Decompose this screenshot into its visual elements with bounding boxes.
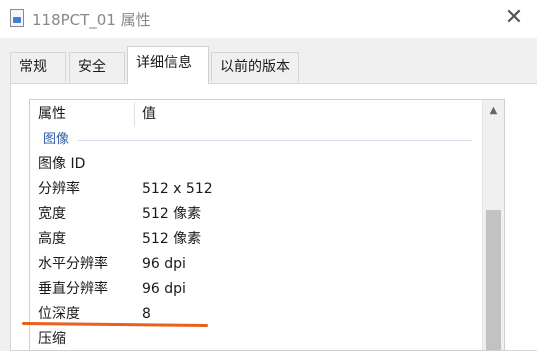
tab-security[interactable]: 安全 [69,52,125,82]
property-value: 96 dpi [142,256,186,272]
list-header: 属性 值 [30,100,482,129]
tab-details[interactable]: 详细信息 [127,46,209,84]
vertical-scrollbar[interactable]: ▲ [482,100,504,350]
list-item[interactable]: 图像 ID [30,152,482,177]
property-value: 512 像素 [142,231,202,247]
list-item[interactable]: 水平分辨率 96 dpi [30,252,482,277]
property-value: 512 像素 [142,206,202,222]
details-list[interactable]: 属性 值 图像 图像 ID 分辨率 512 x 512 宽度 512 像素 高度… [29,99,505,351]
tab-general[interactable]: 常规 [10,52,66,82]
group-divider [78,140,472,141]
property-name: 图像 ID [38,156,86,172]
list-item[interactable]: 宽度 512 像素 [30,202,482,227]
column-header-property[interactable]: 属性 [38,100,66,129]
list-item[interactable]: 压缩 [30,327,482,350]
property-name: 分辨率 [38,181,80,197]
tab-previous-versions[interactable]: 以前的版本 [211,52,299,82]
property-name: 垂直分辨率 [38,281,108,297]
property-value: 512 x 512 [142,181,213,197]
column-header-value[interactable]: 值 [142,100,156,129]
window-title: 118PCT_01 属性 [32,11,151,29]
scroll-thumb[interactable] [486,210,501,350]
list-item[interactable]: 高度 512 像素 [30,227,482,252]
title-bar: 118PCT_01 属性 ✕ [0,0,537,38]
close-button[interactable]: ✕ [503,7,525,29]
property-name: 高度 [38,231,66,247]
scroll-up-icon[interactable]: ▲ [483,100,504,122]
property-name: 水平分辨率 [38,256,108,272]
group-header-image[interactable]: 图像 [43,129,69,151]
list-item[interactable]: 分辨率 512 x 512 [30,177,482,202]
property-name: 宽度 [38,206,66,222]
property-name: 压缩 [38,331,66,347]
property-value: 96 dpi [142,281,186,297]
list-item[interactable]: 垂直分辨率 96 dpi [30,277,482,302]
column-divider[interactable] [134,102,135,127]
image-file-icon [10,9,24,27]
